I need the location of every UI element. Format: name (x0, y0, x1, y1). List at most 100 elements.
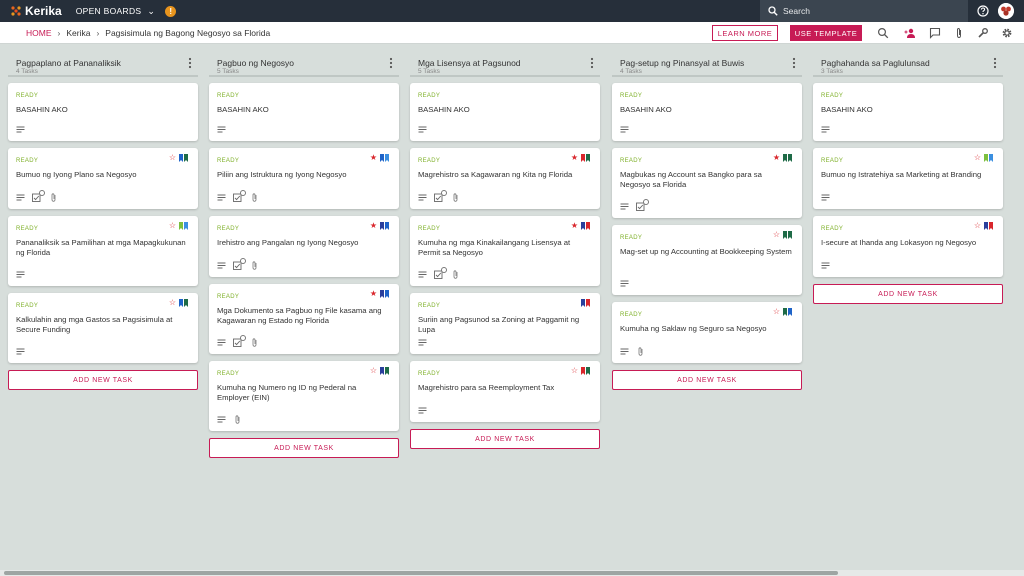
status-label: READY (418, 303, 441, 309)
star-icon[interactable]: ☆ (773, 308, 780, 316)
task-card[interactable]: READY I-secure at Ihanda ang Lokasyon ng … (813, 216, 1003, 277)
open-boards-menu[interactable]: OPEN BOARDS ⌄ (76, 6, 156, 17)
app-name: Kerika (25, 4, 62, 18)
task-card[interactable]: READY BASAHIN AKO (8, 83, 198, 141)
star-icon[interactable]: ☆ (974, 154, 981, 162)
task-card[interactable]: READY Pananaliksik sa Pamilihan at mga Ma… (8, 216, 198, 286)
star-icon[interactable]: ☆ (169, 154, 176, 162)
help-icon[interactable] (977, 5, 989, 17)
avatar-image (998, 3, 1014, 19)
column-header: Paghahanda sa Paglulunsad 3 Tasks (813, 53, 1003, 77)
task-card[interactable]: READY Magrehistro para sa Reemployment Ta… (410, 361, 600, 422)
description-icon (217, 339, 226, 346)
scrollbar-thumb[interactable] (4, 571, 838, 575)
task-card[interactable]: READY BASAHIN AKO (410, 83, 600, 141)
open-boards-label: OPEN BOARDS (75, 6, 142, 16)
bookmark-icon (385, 367, 389, 375)
status-label: READY (821, 226, 844, 232)
star-icon[interactable]: ☆ (370, 367, 377, 375)
card-markers: ☆ (773, 308, 792, 316)
card-markers: ★ (773, 154, 792, 162)
task-card[interactable]: READY Mag-set up ng Accounting at Bookkee… (612, 225, 802, 295)
task-card[interactable]: READY Kumuha ng Numero ng ID ng Pederal n… (209, 361, 399, 431)
column-title[interactable]: Pagpaplano at Pananaliksik (16, 58, 121, 68)
card-meta-icons (620, 125, 629, 134)
column-planning-research: Pagpaplano at Pananaliksik 4 Tasks READY… (8, 53, 198, 390)
task-card[interactable]: READY Kumuha ng Saklaw ng Seguro sa Negos… (612, 302, 802, 363)
task-card[interactable]: READY BASAHIN AKO (612, 83, 802, 141)
star-icon[interactable]: ☆ (169, 222, 176, 230)
star-icon[interactable]: ★ (370, 222, 377, 230)
column-licenses-compliance: Mga Lisensya at Pagsunod 5 Tasks READY BA… (410, 53, 600, 449)
top-bar: Kerika OPEN BOARDS ⌄ ! (0, 0, 1024, 22)
column-title[interactable]: Mga Lisensya at Pagsunod (418, 58, 521, 68)
add-new-task-button[interactable]: ADD NEW TASK (813, 284, 1003, 304)
star-icon[interactable]: ★ (571, 154, 578, 162)
search-input[interactable] (783, 6, 963, 16)
bookmark-icon (179, 154, 183, 162)
attachment-icon[interactable] (953, 27, 965, 39)
card-meta-icons (418, 338, 427, 347)
breadcrumb-parent[interactable]: Kerika (66, 28, 90, 38)
star-icon[interactable]: ★ (773, 154, 780, 162)
gear-icon[interactable] (1001, 27, 1013, 39)
notification-badge[interactable]: ! (165, 5, 177, 17)
card-markers: ☆ (169, 154, 188, 162)
checklist-icon (434, 267, 447, 279)
card-meta-icons (217, 258, 259, 270)
more-vert-icon[interactable] (186, 57, 194, 69)
attachment-icon (453, 193, 458, 202)
column-title[interactable]: Pagbuo ng Negosyo (217, 58, 294, 68)
star-icon[interactable]: ☆ (974, 222, 981, 230)
task-card[interactable]: READY Magrehistro sa Kagawaran ng Kita ng… (410, 148, 600, 209)
more-vert-icon[interactable] (387, 57, 395, 69)
checklist-icon (434, 190, 447, 202)
horizontal-scrollbar[interactable] (0, 570, 1024, 576)
status-label: READY (16, 226, 39, 232)
task-card[interactable]: READY Bumuo ng Istratehiya sa Marketing a… (813, 148, 1003, 209)
star-icon[interactable]: ☆ (773, 231, 780, 239)
description-icon (821, 194, 830, 201)
star-icon[interactable]: ★ (571, 222, 578, 230)
star-icon[interactable]: ★ (370, 290, 377, 298)
search-box[interactable] (760, 0, 968, 22)
task-card[interactable]: READY BASAHIN AKO (813, 83, 1003, 141)
star-icon[interactable]: ☆ (571, 367, 578, 375)
user-avatar[interactable] (998, 3, 1014, 19)
star-icon[interactable]: ★ (370, 154, 377, 162)
task-card[interactable]: READY Kalkulahin ang mga Gastos sa Pagsis… (8, 293, 198, 363)
column-title[interactable]: Pag-setup ng Pinansyal at Buwis (620, 58, 744, 68)
task-card[interactable]: READY Suriin ang Pagsunod sa Zoning at Pa… (410, 293, 600, 354)
use-template-button[interactable]: USE TEMPLATE (790, 25, 862, 41)
add-person-icon[interactable] (904, 27, 916, 39)
star-icon[interactable]: ☆ (169, 299, 176, 307)
task-card[interactable]: READY Mga Dokumento sa Pagbuo ng File kas… (209, 284, 399, 354)
more-vert-icon[interactable] (991, 57, 999, 69)
add-new-task-button[interactable]: ADD NEW TASK (410, 429, 600, 449)
more-vert-icon[interactable] (588, 57, 596, 69)
learn-more-button[interactable]: LEARN MORE (712, 25, 778, 41)
task-title: BASAHIN AKO (16, 105, 68, 114)
wrench-icon[interactable] (977, 27, 989, 39)
more-vert-icon[interactable] (790, 57, 798, 69)
search-icon[interactable] (877, 27, 889, 39)
add-new-task-button[interactable]: ADD NEW TASK (612, 370, 802, 390)
chat-icon[interactable] (929, 27, 941, 39)
breadcrumb-home[interactable]: HOME (26, 28, 52, 38)
card-meta-icons (418, 267, 460, 279)
task-card[interactable]: READY Kumuha ng mga Kinakailangang Lisens… (410, 216, 600, 286)
add-new-task-button[interactable]: ADD NEW TASK (209, 438, 399, 458)
add-new-task-button[interactable]: ADD NEW TASK (8, 370, 198, 390)
task-card[interactable]: READY Bumuo ng Iyong Plano sa Negosyo ☆ (8, 148, 198, 209)
task-title: BASAHIN AKO (821, 105, 873, 114)
task-card[interactable]: READY Magbukas ng Account sa Bangko para … (612, 148, 802, 218)
kerika-logo[interactable]: Kerika (10, 4, 62, 18)
card-markers: ☆ (169, 222, 188, 230)
description-icon (16, 194, 25, 201)
status-label: READY (418, 158, 441, 164)
column-business-formation: Pagbuo ng Negosyo 5 Tasks READY BASAHIN A… (209, 53, 399, 458)
task-card[interactable]: READY BASAHIN AKO (209, 83, 399, 141)
column-title[interactable]: Paghahanda sa Paglulunsad (821, 58, 930, 68)
task-card[interactable]: READY Piliin ang Istruktura ng Iyong Nego… (209, 148, 399, 209)
task-card[interactable]: READY Irehistro ang Pangalan ng Iyong Neg… (209, 216, 399, 277)
